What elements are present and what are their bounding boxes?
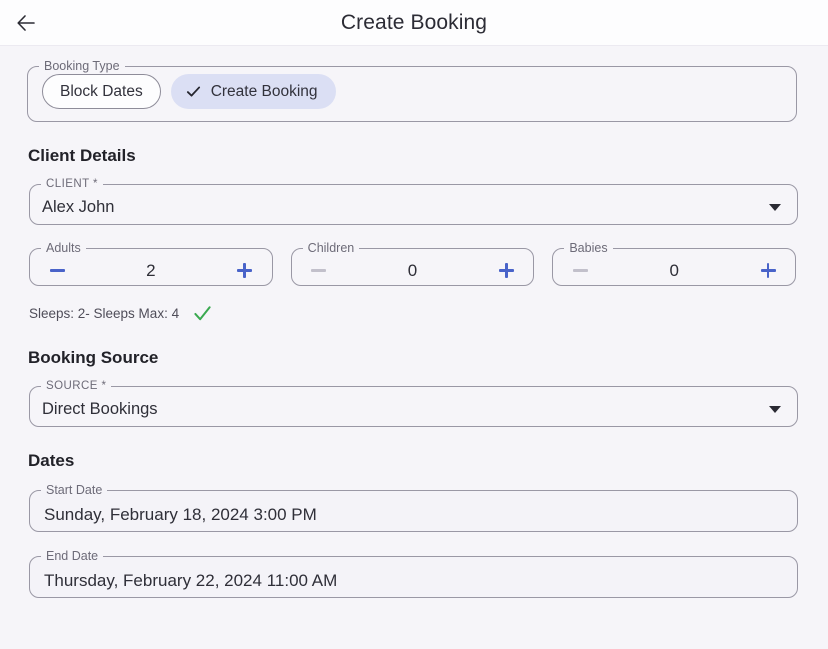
source-select[interactable]: SOURCE * Direct Bookings [29,380,798,427]
adults-increment-button[interactable] [232,258,258,284]
children-value: 0 [407,260,418,280]
end-date-value: Thursday, February 22, 2024 11:00 AM [44,570,338,590]
check-icon [185,83,202,100]
source-select-legend: SOURCE * [46,380,107,392]
adults-decrement-button[interactable] [44,258,70,284]
occupancy-steppers: Adults 2 Children 0 Babies 0 [27,242,798,286]
sleeps-status: Sleeps: 2- Sleeps Max: 4 [29,303,798,324]
dates-heading: Dates [28,451,75,470]
client-select-value: Alex John [42,198,115,216]
babies-stepper-legend: Babies [569,241,608,255]
adults-stepper-legend: Adults [46,241,81,255]
adults-value: 2 [146,260,156,280]
children-stepper-legend: Children [307,241,355,255]
plus-icon [498,263,514,278]
plus-icon [237,263,253,278]
client-select-legend: CLIENT * [46,178,98,190]
end-date-field[interactable]: End Date Thursday, February 22, 2024 11:… [29,550,798,598]
adults-stepper: Adults 2 [29,242,273,286]
form-content: Booking Type Block Dates Create Booking … [0,46,828,598]
app-bar: Create Booking [0,0,828,46]
chevron-down-icon[interactable] [769,204,781,211]
minus-icon [49,263,65,278]
start-date-value: Sunday, February 18, 2024 3:00 PM [44,504,317,524]
booking-type-option-block-dates[interactable]: Block Dates [42,74,161,109]
plus-icon [760,263,776,278]
babies-stepper: Babies 0 [552,241,797,286]
booking-type-group: Booking Type Block Dates Create Booking [27,60,797,122]
booking-type-option-create-booking[interactable]: Create Booking [170,74,336,109]
booking-type-legend: Booking Type [44,59,120,73]
start-date-legend: Start Date [46,483,103,497]
page-title: Create Booking [340,10,488,34]
minus-icon [311,263,327,278]
sleeps-status-text: Sleeps: 2- Sleeps Max: 4 [29,306,180,321]
source-select-value: Direct Bookings [42,400,158,418]
client-select[interactable]: CLIENT * Alex John [29,178,798,225]
children-stepper: Children 0 [290,241,535,286]
minus-icon [572,263,588,278]
booking-type-option-label: Create Booking [210,82,318,100]
babies-decrement-button [567,258,593,284]
check-valid-icon [192,303,213,324]
arrow-left-icon [14,11,38,35]
children-decrement-button [306,258,332,284]
start-date-field[interactable]: Start Date Sunday, February 18, 2024 3:0… [29,484,798,532]
end-date-legend: End Date [46,549,99,563]
children-increment-button[interactable] [493,258,519,284]
chevron-down-icon[interactable] [769,406,781,413]
babies-value: 0 [669,260,679,280]
back-button[interactable] [4,1,48,45]
babies-increment-button[interactable] [755,258,781,284]
client-details-heading: Client Details [28,146,136,165]
booking-source-heading: Booking Source [28,348,159,367]
booking-type-option-label: Block Dates [60,82,143,100]
